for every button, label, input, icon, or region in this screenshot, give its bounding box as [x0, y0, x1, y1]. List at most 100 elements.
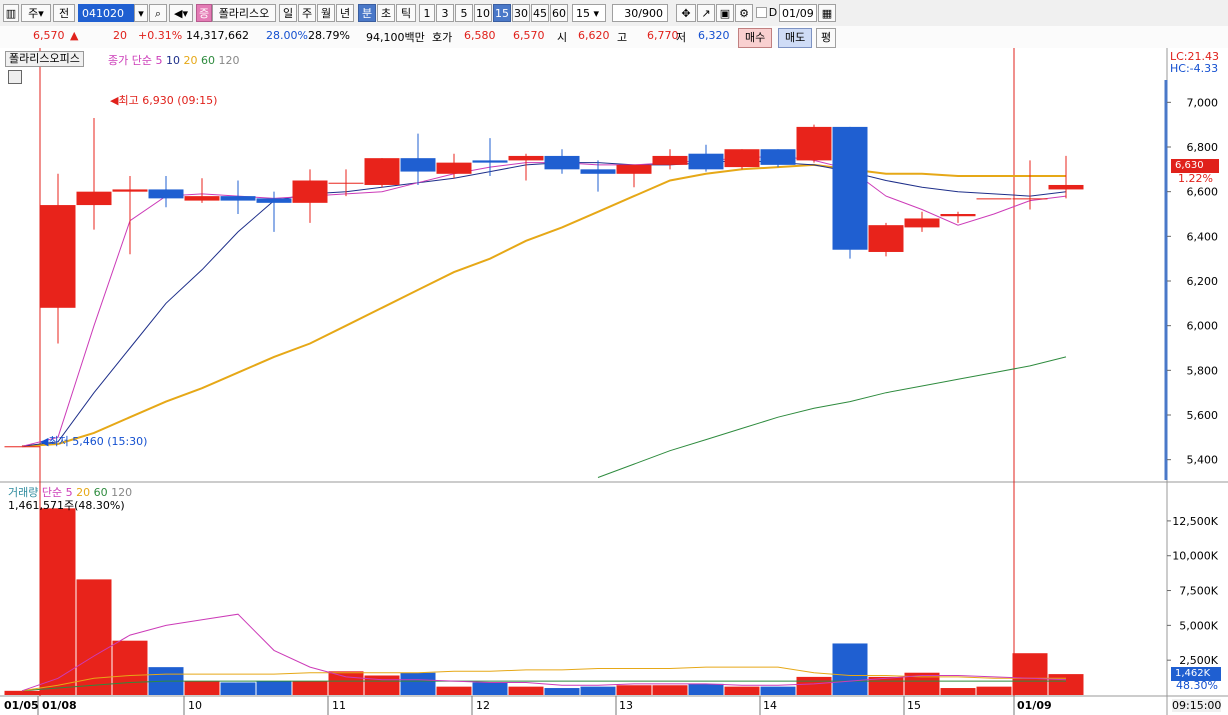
- interval-60-button[interactable]: 60: [550, 4, 568, 22]
- price-tick-label: 5,800: [1187, 364, 1219, 377]
- price-tick-label: 6,600: [1187, 186, 1219, 199]
- interval-1-button[interactable]: 1: [419, 4, 435, 22]
- low-label: 저: [676, 31, 687, 44]
- price-tick-label: 6,800: [1187, 141, 1219, 154]
- volume-bar: [1048, 674, 1084, 695]
- volume-bar: [472, 682, 508, 695]
- time-label-15: 15: [907, 699, 921, 712]
- ma5-period: 5: [155, 54, 163, 67]
- current-volume: 1,461,571주(48.30%): [8, 499, 125, 512]
- current-price-marker: 6,630: [1171, 159, 1219, 173]
- volume-bar: [832, 643, 868, 695]
- window-menu-icon[interactable]: ▥: [3, 4, 19, 22]
- crosshair-time-label: 09:15:00: [1172, 699, 1222, 712]
- candle-body: [508, 155, 544, 161]
- period-label: 주: [28, 7, 39, 20]
- interval-select[interactable]: 15 ▾: [572, 4, 606, 22]
- prev-button[interactable]: 전: [53, 4, 75, 22]
- low-value: 6,320: [698, 29, 730, 42]
- candle-body: [868, 225, 904, 252]
- buy-button[interactable]: 매수: [738, 28, 773, 48]
- interval-10-button[interactable]: 10: [474, 4, 492, 22]
- candle-body: [760, 149, 796, 165]
- candle-body: [436, 162, 472, 174]
- candle-body: [904, 218, 940, 228]
- code-dropdown-button[interactable]: ▾: [134, 4, 148, 22]
- high-annotation-text: 최고 6,930 (09:15): [118, 94, 218, 107]
- candle-body: [148, 189, 184, 199]
- high-value: 6,770: [647, 29, 679, 42]
- volume-bar: [616, 685, 652, 695]
- eval-button[interactable]: 평: [816, 28, 837, 48]
- candle-body: [976, 198, 1012, 200]
- ma120-period: 120: [218, 54, 240, 67]
- price-ma-legend: 종가 단순 5 10 20 60 120: [108, 52, 239, 68]
- hoga-bid: 6,570: [513, 29, 545, 42]
- price-tick-label: 5,600: [1187, 409, 1219, 422]
- period-day-button[interactable]: 일: [279, 4, 297, 22]
- period-month-button[interactable]: 월: [317, 4, 335, 22]
- volume-bar: [256, 681, 292, 695]
- volume-bar: [112, 640, 148, 695]
- change-value: 20: [113, 29, 127, 42]
- candle-body: [40, 205, 76, 308]
- volume-bar: [508, 686, 544, 695]
- grid-toggle-icon[interactable]: [8, 70, 22, 84]
- time-label-0109: 01/09: [1017, 699, 1052, 712]
- candle-body: [184, 196, 220, 201]
- interval-45-button[interactable]: 45: [531, 4, 549, 22]
- ma60-period: 60: [200, 54, 215, 67]
- interval-3-button[interactable]: 3: [436, 4, 454, 22]
- gear-icon[interactable]: ⚙: [735, 4, 753, 22]
- time-label-0105: 01/05: [4, 699, 39, 712]
- date-input[interactable]: 01/09: [779, 4, 817, 22]
- candle-body: [472, 160, 508, 163]
- save-icon[interactable]: ▣: [716, 4, 734, 22]
- candle-body: [724, 149, 760, 168]
- interval-30-button[interactable]: 30: [512, 4, 530, 22]
- candle-body: [400, 158, 436, 172]
- volume-bar: [328, 671, 364, 695]
- crosshair-icon[interactable]: ✥: [676, 4, 696, 22]
- stock-code-input[interactable]: 041020: [78, 4, 134, 22]
- candle-body: [1048, 184, 1084, 190]
- period-week-button[interactable]: 주: [298, 4, 316, 22]
- low-annotation-text: 최저 5,460 (15:30): [48, 435, 148, 448]
- time-label-11: 11: [332, 699, 346, 712]
- candle-body: [256, 198, 292, 203]
- calendar-icon[interactable]: ▦: [818, 4, 836, 22]
- draw-tool-icon[interactable]: ↗: [697, 4, 715, 22]
- volume-bar: [220, 682, 256, 695]
- sell-button[interactable]: 매도: [778, 28, 813, 48]
- period-year-button[interactable]: 년: [336, 4, 354, 22]
- hoga-label: 호가: [432, 31, 453, 44]
- toolbar: ▥ 주▾ 전 041020 ▾ ⌕ ◀▾ 증 폴라리스오 일 주 월 년 분 초…: [0, 0, 1228, 27]
- change-arrow-icon: ▲: [70, 29, 79, 42]
- candle-body: [220, 196, 256, 201]
- time-label-12: 12: [476, 699, 490, 712]
- search-icon[interactable]: ⌕: [149, 4, 167, 22]
- period-second-button[interactable]: 초: [377, 4, 395, 22]
- open-label: 시: [557, 31, 568, 44]
- d-checkbox[interactable]: [756, 7, 767, 18]
- change-percent: +0.31%: [138, 29, 183, 42]
- interval-5-button[interactable]: 5: [455, 4, 473, 22]
- price-tick-label: 7,000: [1187, 96, 1219, 109]
- candle-body: [652, 155, 688, 165]
- interval-select-value: 15: [576, 7, 590, 20]
- ratio-1: 28.00%: [266, 29, 308, 42]
- speaker-icon[interactable]: ◀▾: [169, 4, 193, 22]
- period-select[interactable]: 주▾: [21, 4, 51, 22]
- high-annotation: ◀최고 6,930 (09:15): [110, 92, 217, 108]
- chart-canvas[interactable]: 5,400 5,600 5,800 6,000 6,200 6,400 6,600 6,800…: [0, 48, 1228, 715]
- current-price-percent: 1.22%: [1178, 172, 1213, 185]
- count-input[interactable]: 30/900: [612, 4, 668, 22]
- period-tick-button[interactable]: 틱: [396, 4, 416, 22]
- interval-15-button[interactable]: 15: [493, 4, 511, 22]
- volume-bar: [976, 686, 1012, 695]
- period-minute-button[interactable]: 분: [358, 4, 376, 22]
- amount: 94,100백만: [366, 31, 425, 44]
- candle-body: [76, 191, 112, 206]
- price-panel-tab[interactable]: 폴라리스오피스: [5, 51, 84, 67]
- ma20-period: 20: [183, 54, 198, 67]
